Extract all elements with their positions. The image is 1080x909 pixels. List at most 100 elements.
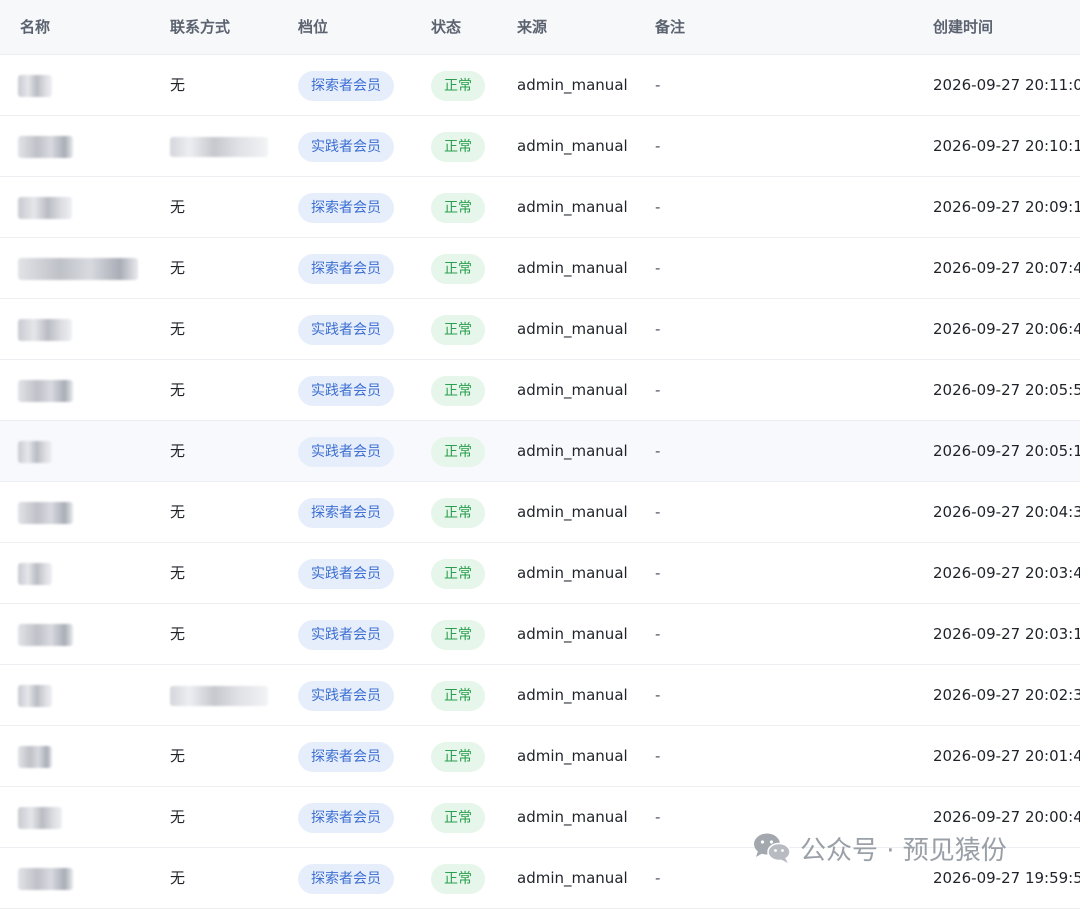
status-badge: 正常 (431, 253, 485, 284)
note-cell: - (655, 747, 661, 765)
status-cell: 正常 (431, 482, 485, 542)
contact-cell: 无 (170, 381, 186, 399)
status-cell: 正常 (431, 177, 485, 237)
note-cell: - (655, 137, 661, 155)
name-cell-redacted (18, 482, 73, 542)
watermark-text: 公众号 · 预见猿份 (800, 835, 1007, 866)
contact-cell: 无 (170, 808, 186, 826)
note-cell: - (655, 320, 661, 338)
table-row[interactable]: 无 探索者会员 正常 admin_manual - 2026-09-27 20:… (0, 177, 1080, 238)
tier-cell: 实践者会员 (298, 604, 394, 664)
table-row[interactable]: 无 实践者会员 正常 admin_manual - 2026-09-27 20:… (0, 299, 1080, 360)
tier-cell: 实践者会员 (298, 299, 394, 359)
table-row[interactable]: 无 探索者会员 正常 admin_manual - 2026-09-27 20:… (0, 482, 1080, 543)
source-cell: admin_manual (517, 503, 628, 521)
tier-cell: 实践者会员 (298, 665, 394, 725)
source-cell: admin_manual (517, 686, 628, 704)
status-badge: 正常 (431, 497, 485, 528)
tier-badge: 实践者会员 (298, 619, 394, 650)
status-badge: 正常 (431, 375, 485, 406)
note-cell: - (655, 76, 661, 94)
status-badge: 正常 (431, 680, 485, 711)
name-cell-redacted (18, 848, 73, 908)
tier-cell: 探索者会员 (298, 726, 394, 786)
contact-cell: 无 (170, 320, 186, 338)
name-cell-redacted (18, 177, 72, 237)
status-cell: 正常 (431, 238, 485, 298)
note-cell: - (655, 198, 661, 216)
table-row[interactable]: 无 探索者会员 正常 admin_manual - 2026-09-27 20:… (0, 726, 1080, 787)
tier-badge: 实践者会员 (298, 436, 394, 467)
table-row[interactable]: 无 实践者会员 正常 admin_manual - 2026-09-27 20:… (0, 421, 1080, 482)
source-cell: admin_manual (517, 808, 628, 826)
wechat-icon (754, 833, 791, 863)
name-cell-redacted (18, 665, 52, 725)
contact-cell: 无 (170, 442, 186, 460)
table-row[interactable]: 无 实践者会员 正常 admin_manual - 2026-09-27 20:… (0, 360, 1080, 421)
source-cell: admin_manual (517, 137, 628, 155)
status-cell: 正常 (431, 848, 485, 908)
table-row[interactable]: 实践者会员 正常 admin_manual - 2026-09-27 20:10… (0, 116, 1080, 177)
column-header-note[interactable]: 备注 (655, 0, 685, 54)
tier-cell: 探索者会员 (298, 177, 394, 237)
tier-cell: 探索者会员 (298, 482, 394, 542)
status-cell: 正常 (431, 787, 485, 847)
status-cell: 正常 (431, 55, 485, 115)
note-cell: - (655, 808, 661, 826)
source-cell: admin_manual (517, 747, 628, 765)
table-header: 名称 联系方式 档位 状态 来源 备注 创建时间 (0, 0, 1080, 55)
column-header-status[interactable]: 状态 (431, 0, 461, 54)
contact-cell-redacted (170, 665, 268, 725)
source-cell: admin_manual (517, 442, 628, 460)
status-cell: 正常 (431, 604, 485, 664)
created-time-cell: 2026-09-27 20:09:15 (933, 198, 1080, 216)
table-row[interactable]: 无 实践者会员 正常 admin_manual - 2026-09-27 20:… (0, 604, 1080, 665)
status-badge: 正常 (431, 70, 485, 101)
status-cell: 正常 (431, 543, 485, 603)
note-cell: - (655, 625, 661, 643)
tier-cell: 探索者会员 (298, 238, 394, 298)
column-header-created[interactable]: 创建时间 (933, 0, 993, 54)
table-row[interactable]: 无 探索者会员 正常 admin_manual - 2026-09-27 20:… (0, 55, 1080, 116)
name-cell-redacted (18, 55, 52, 115)
name-cell-redacted (18, 543, 52, 603)
status-badge: 正常 (431, 192, 485, 223)
tier-cell: 实践者会员 (298, 360, 394, 420)
member-table: 名称 联系方式 档位 状态 来源 备注 创建时间 无 探索者会员 正常 admi… (0, 0, 1080, 909)
table-row[interactable]: 无 实践者会员 正常 admin_manual - 2026-09-27 20:… (0, 543, 1080, 604)
note-cell: - (655, 503, 661, 521)
created-time-cell: 2026-09-27 20:06:43 (933, 320, 1080, 338)
table-row[interactable]: 实践者会员 正常 admin_manual - 2026-09-27 20:02… (0, 665, 1080, 726)
column-header-tier[interactable]: 档位 (298, 0, 328, 54)
status-badge: 正常 (431, 131, 485, 162)
created-time-cell: 2026-09-27 20:03:46 (933, 564, 1080, 582)
contact-cell: 无 (170, 259, 186, 277)
source-cell: admin_manual (517, 625, 628, 643)
tier-badge: 实践者会员 (298, 375, 394, 406)
status-cell: 正常 (431, 116, 485, 176)
name-cell-redacted (18, 726, 52, 786)
created-time-cell: 2026-09-27 20:10:12 (933, 137, 1080, 155)
column-header-name[interactable]: 名称 (20, 0, 50, 54)
table-row[interactable]: 无 探索者会员 正常 admin_manual - 2026-09-27 20:… (0, 238, 1080, 299)
tier-badge: 探索者会员 (298, 497, 394, 528)
name-cell-redacted (18, 360, 73, 420)
status-cell: 正常 (431, 726, 485, 786)
contact-cell: 无 (170, 503, 186, 521)
contact-cell: 无 (170, 198, 186, 216)
name-cell-redacted (18, 116, 73, 176)
column-header-contact[interactable]: 联系方式 (170, 0, 230, 54)
created-time-cell: 2026-09-27 20:05:17 (933, 442, 1080, 460)
tier-cell: 实践者会员 (298, 543, 394, 603)
source-cell: admin_manual (517, 198, 628, 216)
status-badge: 正常 (431, 436, 485, 467)
note-cell: - (655, 869, 661, 887)
note-cell: - (655, 564, 661, 582)
contact-cell: 无 (170, 564, 186, 582)
contact-cell: 无 (170, 869, 186, 887)
name-cell-redacted (18, 238, 138, 298)
tier-badge: 实践者会员 (298, 314, 394, 345)
contact-cell: 无 (170, 76, 186, 94)
tier-badge: 实践者会员 (298, 131, 394, 162)
column-header-source[interactable]: 来源 (517, 0, 547, 54)
